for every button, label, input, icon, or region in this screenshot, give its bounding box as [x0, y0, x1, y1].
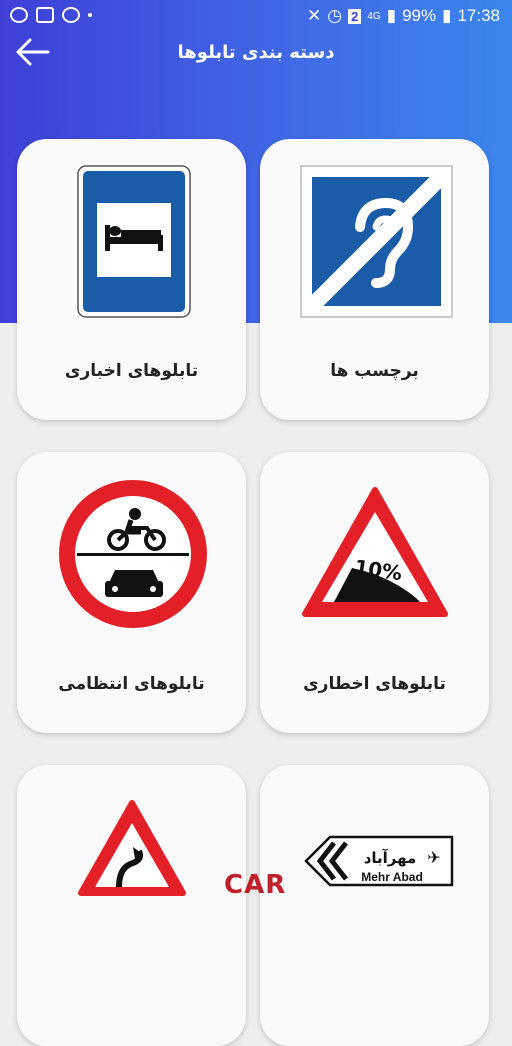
alarm-icon: ◷ [327, 6, 343, 25]
category-label: تابلوهای اخباری [64, 361, 199, 381]
sign-text-fa: مهرآباد [364, 849, 417, 867]
status-bar: ✕ ◷ 2 4G ▮ 99% ▮ 17:38 [0, 0, 512, 32]
category-card-labels[interactable]: برچسب ها [260, 139, 489, 420]
category-label: برچسب ها [330, 361, 419, 381]
plane-icon: ✈ [427, 848, 440, 867]
no-motor-vehicles-sign-icon [59, 480, 207, 628]
sign-text-en: Mehr Abad [361, 870, 423, 884]
category-card-regulatory[interactable]: تابلوهای انتظامی [17, 452, 246, 733]
direction-sign-icon: مهرآباد ✈ Mehr Abad [304, 835, 454, 887]
gallery-icon [36, 7, 54, 23]
clock: 17:38 [457, 6, 500, 25]
steep-descent-warning-sign-icon: 10% [302, 487, 448, 617]
hotel-bed-sign-icon [77, 165, 191, 318]
app-notification-icon [62, 7, 80, 23]
signal-icon: ▮ [386, 6, 397, 25]
telegram-icon [10, 7, 28, 23]
sim-badge: 2 [348, 8, 362, 24]
mute-icon: ✕ [307, 6, 322, 25]
more-notifications-icon [88, 13, 92, 17]
network-type: 4G [367, 10, 381, 22]
car-logo-watermark: CAR [224, 870, 287, 900]
category-card-curve-warning[interactable] [17, 765, 246, 1046]
page-title: دسته بندی تابلوها [177, 42, 335, 63]
battery-percent: 99% [402, 6, 437, 25]
category-card-information[interactable]: تابلوهای اخباری [17, 139, 246, 420]
category-label: تابلوهای انتظامی [58, 674, 205, 694]
hearing-impaired-sign-icon [300, 165, 453, 318]
category-card-directions[interactable]: مهرآباد ✈ Mehr Abad [260, 765, 489, 1046]
battery-icon: ▮ [442, 6, 452, 25]
category-label: تابلوهای اخطاری [303, 674, 446, 694]
curve-warning-sign-icon [78, 800, 186, 896]
category-card-warning[interactable]: 10% تابلوهای اخطاری [260, 452, 489, 733]
